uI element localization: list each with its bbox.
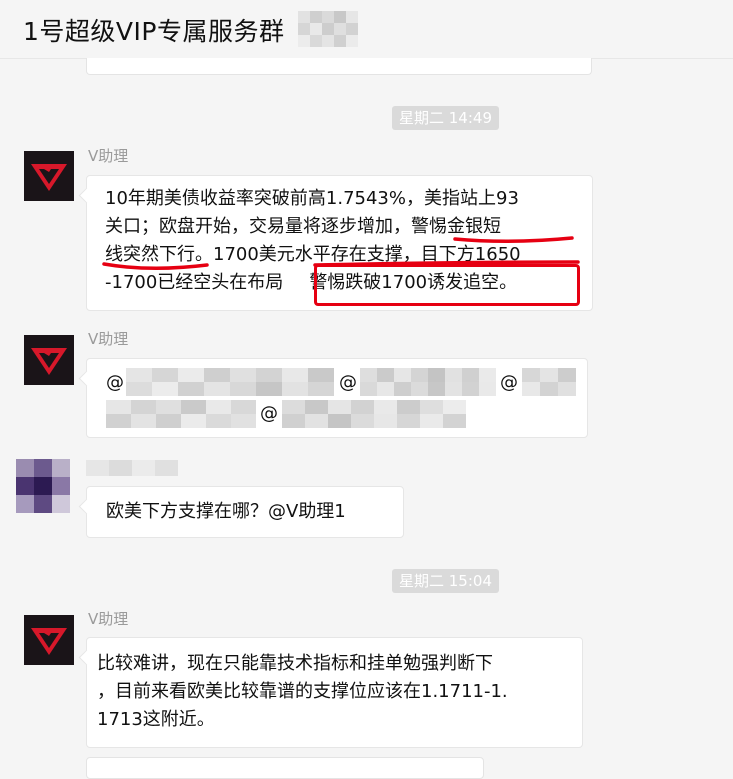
message-line: ，目前来看欧美比较靠谱的支撑位应该在1.1711-1. — [97, 681, 508, 702]
group-title: 1号超级VIP专属服务群 — [23, 17, 285, 46]
redacted-mention — [522, 368, 576, 396]
message-line: -1700已经空头在布局 警惕跌破1700诱发追空。 — [105, 272, 518, 293]
redacted-sender-name — [86, 460, 178, 476]
timestamp: 星期二 14:49 — [392, 106, 499, 130]
redacted-mention — [126, 368, 334, 396]
sender-name: V助理 — [88, 330, 129, 348]
message-line: 线突然下行。1700美元水平存在支撑，目下方1650 — [105, 244, 521, 265]
message-line: 比较难讲，现在只能靠技术指标和挂单勉强判断下 — [97, 653, 493, 674]
message-line: 1713这附近。 — [97, 709, 215, 730]
timestamp: 星期二 15:04 — [392, 569, 499, 593]
mention-symbol: @ — [106, 372, 124, 393]
redacted-mention — [360, 368, 496, 396]
sender-name: V助理 — [88, 147, 129, 165]
assistant-avatar[interactable] — [24, 335, 74, 385]
highlighted-warning-text: 警惕跌破1700诱发追空。 — [309, 272, 518, 293]
message-line: 关口；欧盘开始，交易量将逐步增加，警惕金银短 — [105, 216, 501, 237]
message-line: 欧美下方支撑在哪？@V助理1 — [106, 501, 346, 522]
previous-message-bubble[interactable] — [86, 58, 592, 75]
redacted-mention — [106, 400, 256, 428]
assistant-avatar[interactable] — [24, 615, 74, 665]
redacted-mention — [282, 400, 466, 428]
redacted-title-suffix — [298, 11, 358, 47]
assistant-avatar[interactable] — [24, 151, 74, 201]
message-bubble[interactable]: 10年期美债收益率突破前高1.7543%，美指站上93 关口；欧盘开始，交易量将… — [86, 175, 593, 311]
mention-symbol: @ — [339, 372, 357, 393]
red-v-logo-icon — [24, 615, 74, 665]
message-bubble[interactable]: 比较难讲，现在只能靠技术指标和挂单勉强判断下 ，目前来看欧美比较靠谱的支撑位应该… — [86, 637, 583, 748]
next-message-bubble[interactable] — [86, 757, 484, 779]
sender-name: V助理 — [88, 610, 129, 628]
message-bubble[interactable]: 欧美下方支撑在哪？@V助理1 — [86, 486, 404, 538]
red-v-logo-icon — [24, 335, 74, 385]
chat-header: 1号超级VIP专属服务群 — [0, 0, 733, 59]
user-avatar[interactable] — [16, 459, 70, 513]
message-line: 10年期美债收益率突破前高1.7543%，美指站上93 — [105, 188, 519, 209]
mention-symbol: @ — [260, 403, 278, 424]
red-v-logo-icon — [24, 151, 74, 201]
mention-symbol: @ — [500, 372, 518, 393]
